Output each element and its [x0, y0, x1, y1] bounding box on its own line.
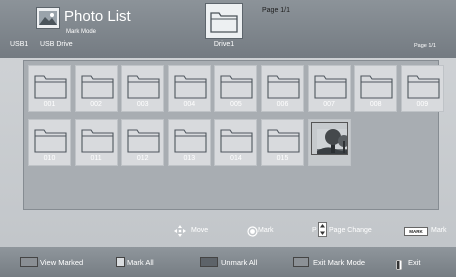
unmark-all-button[interactable]: Unmark All [200, 256, 270, 268]
file-grid: 001 002 003 004 005 006 007 008 009 010 011 012 013 0… [23, 60, 444, 210]
folder-label: 013 [183, 155, 196, 162]
folder-tile[interactable]: 007 [307, 65, 351, 112]
folder-tile[interactable]: 012 [121, 119, 165, 166]
exit-mark-mode-button[interactable]: Exit Mark Mode [293, 256, 385, 268]
blue-key-swatch [293, 257, 309, 267]
folder-label: 007 [323, 101, 335, 108]
folder-tile[interactable]: 006 [261, 65, 304, 112]
folder-tile[interactable]: 015 [261, 119, 304, 166]
folder-label: 005 [230, 101, 242, 108]
photo-image [310, 122, 348, 155]
view-marked-button[interactable]: View Marked [20, 256, 95, 268]
mark-key-badge: MARK [404, 227, 428, 236]
folder-tile[interactable]: 005 [214, 65, 258, 112]
folder-tile[interactable]: 002 [74, 65, 118, 112]
folder-label: 012 [136, 155, 149, 162]
page-indicator: Page 1/1 [262, 7, 291, 14]
photo-list-screen: Photo List Mark Mode USB1 USB Drive Driv… [0, 0, 456, 277]
folder-label: 006 [276, 101, 289, 108]
photo-thumbnail[interactable] [307, 119, 351, 166]
folder-tile[interactable]: 001 [28, 65, 71, 112]
back-icon [395, 257, 403, 275]
mode-label: Mark Mode [66, 29, 97, 35]
exit-button[interactable]: Exit [395, 256, 436, 271]
mark-hint: Mark [258, 227, 274, 234]
move-hint: Move [191, 227, 209, 234]
current-folder-label: Drive1 [213, 41, 235, 48]
green-key-swatch [116, 257, 125, 267]
exit-mark-mode-label: Exit Mark Mode [313, 258, 366, 267]
color-button-bar: View Marked Mark All Unmark All Exit Mar… [0, 247, 456, 277]
view-marked-label: View Marked [40, 258, 84, 267]
source-label: USB1 [10, 41, 29, 48]
current-folder-icon [205, 3, 243, 39]
arrows-icon [174, 224, 186, 242]
folder-tile[interactable]: 008 [354, 65, 398, 112]
photo-list-icon [36, 7, 60, 29]
folder-label: 015 [276, 155, 289, 162]
folder-label: 009 [416, 101, 429, 108]
header-bar: Photo List Mark Mode USB1 USB Drive Driv… [0, 0, 456, 58]
mark-all-label: Mark All [127, 258, 154, 267]
page-indicator-small: Page 1/1 [413, 43, 436, 49]
folder-tile[interactable]: 010 [28, 119, 71, 166]
page-change-hint: Page Change [329, 227, 372, 234]
folder-label: 008 [369, 101, 382, 108]
mark-key-hint: Mark [431, 227, 447, 234]
folder-label: 004 [183, 101, 196, 108]
unmark-all-label: Unmark All [221, 258, 258, 267]
device-label: USB Drive [40, 41, 73, 48]
folder-tile[interactable]: 004 [167, 65, 211, 112]
folder-label: 003 [136, 101, 149, 108]
folder-tile[interactable]: 014 [214, 119, 258, 166]
exit-label: Exit [408, 258, 421, 267]
yellow-key-swatch [200, 257, 218, 267]
mark-all-button[interactable]: Mark All [116, 256, 166, 268]
folder-label: 001 [43, 101, 56, 108]
folder-tile[interactable]: 003 [121, 65, 165, 112]
folder-tile[interactable]: 011 [74, 119, 118, 166]
folder-label: 014 [230, 155, 242, 162]
help-bar: Move Mark P Page Change Mark [0, 220, 456, 242]
folder-label: 010 [43, 155, 56, 162]
page-key-label: P [312, 227, 317, 234]
red-key-swatch [20, 257, 38, 267]
page-updown-icon [318, 222, 327, 242]
folder-tile[interactable]: 013 [167, 119, 211, 166]
ok-button-icon [247, 224, 258, 242]
folder-tile[interactable]: 009 [400, 65, 444, 112]
folder-label: 002 [90, 101, 102, 108]
page-title: Photo List [64, 8, 131, 25]
folder-label: 011 [90, 155, 102, 162]
